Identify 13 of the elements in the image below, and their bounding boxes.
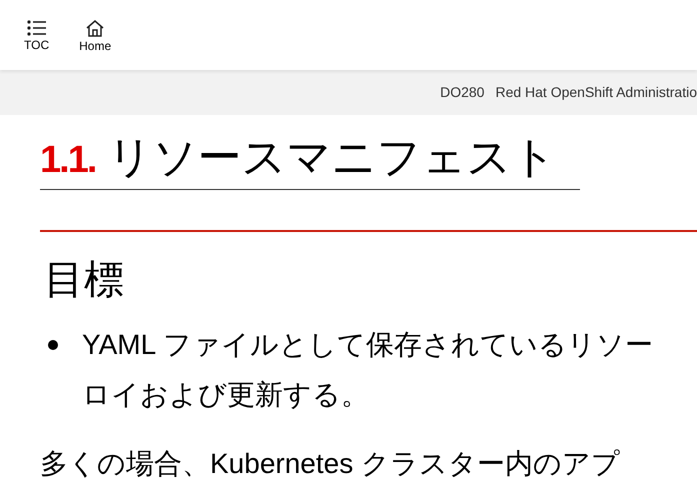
section-number: 1.1. [40, 138, 96, 183]
body-paragraph: 多くの場合、Kubernetes クラスター内のアプ [40, 447, 621, 481]
objectives-heading: 目標 [44, 257, 125, 304]
home-icon [86, 20, 104, 37]
section-title: リソースマニフェスト [107, 133, 556, 183]
toc-button[interactable]: TOC [20, 20, 54, 52]
course-title: Red Hat OpenShift Administratio [495, 83, 697, 102]
objective-text: YAML ファイルとして保存されているリソー [82, 328, 653, 362]
bullet-icon [48, 340, 58, 350]
objective-text: ロイおよび更新する。 [82, 378, 369, 412]
course-code: DO280 [440, 83, 484, 102]
list-icon [26, 20, 47, 36]
home-button[interactable]: Home [75, 20, 116, 53]
